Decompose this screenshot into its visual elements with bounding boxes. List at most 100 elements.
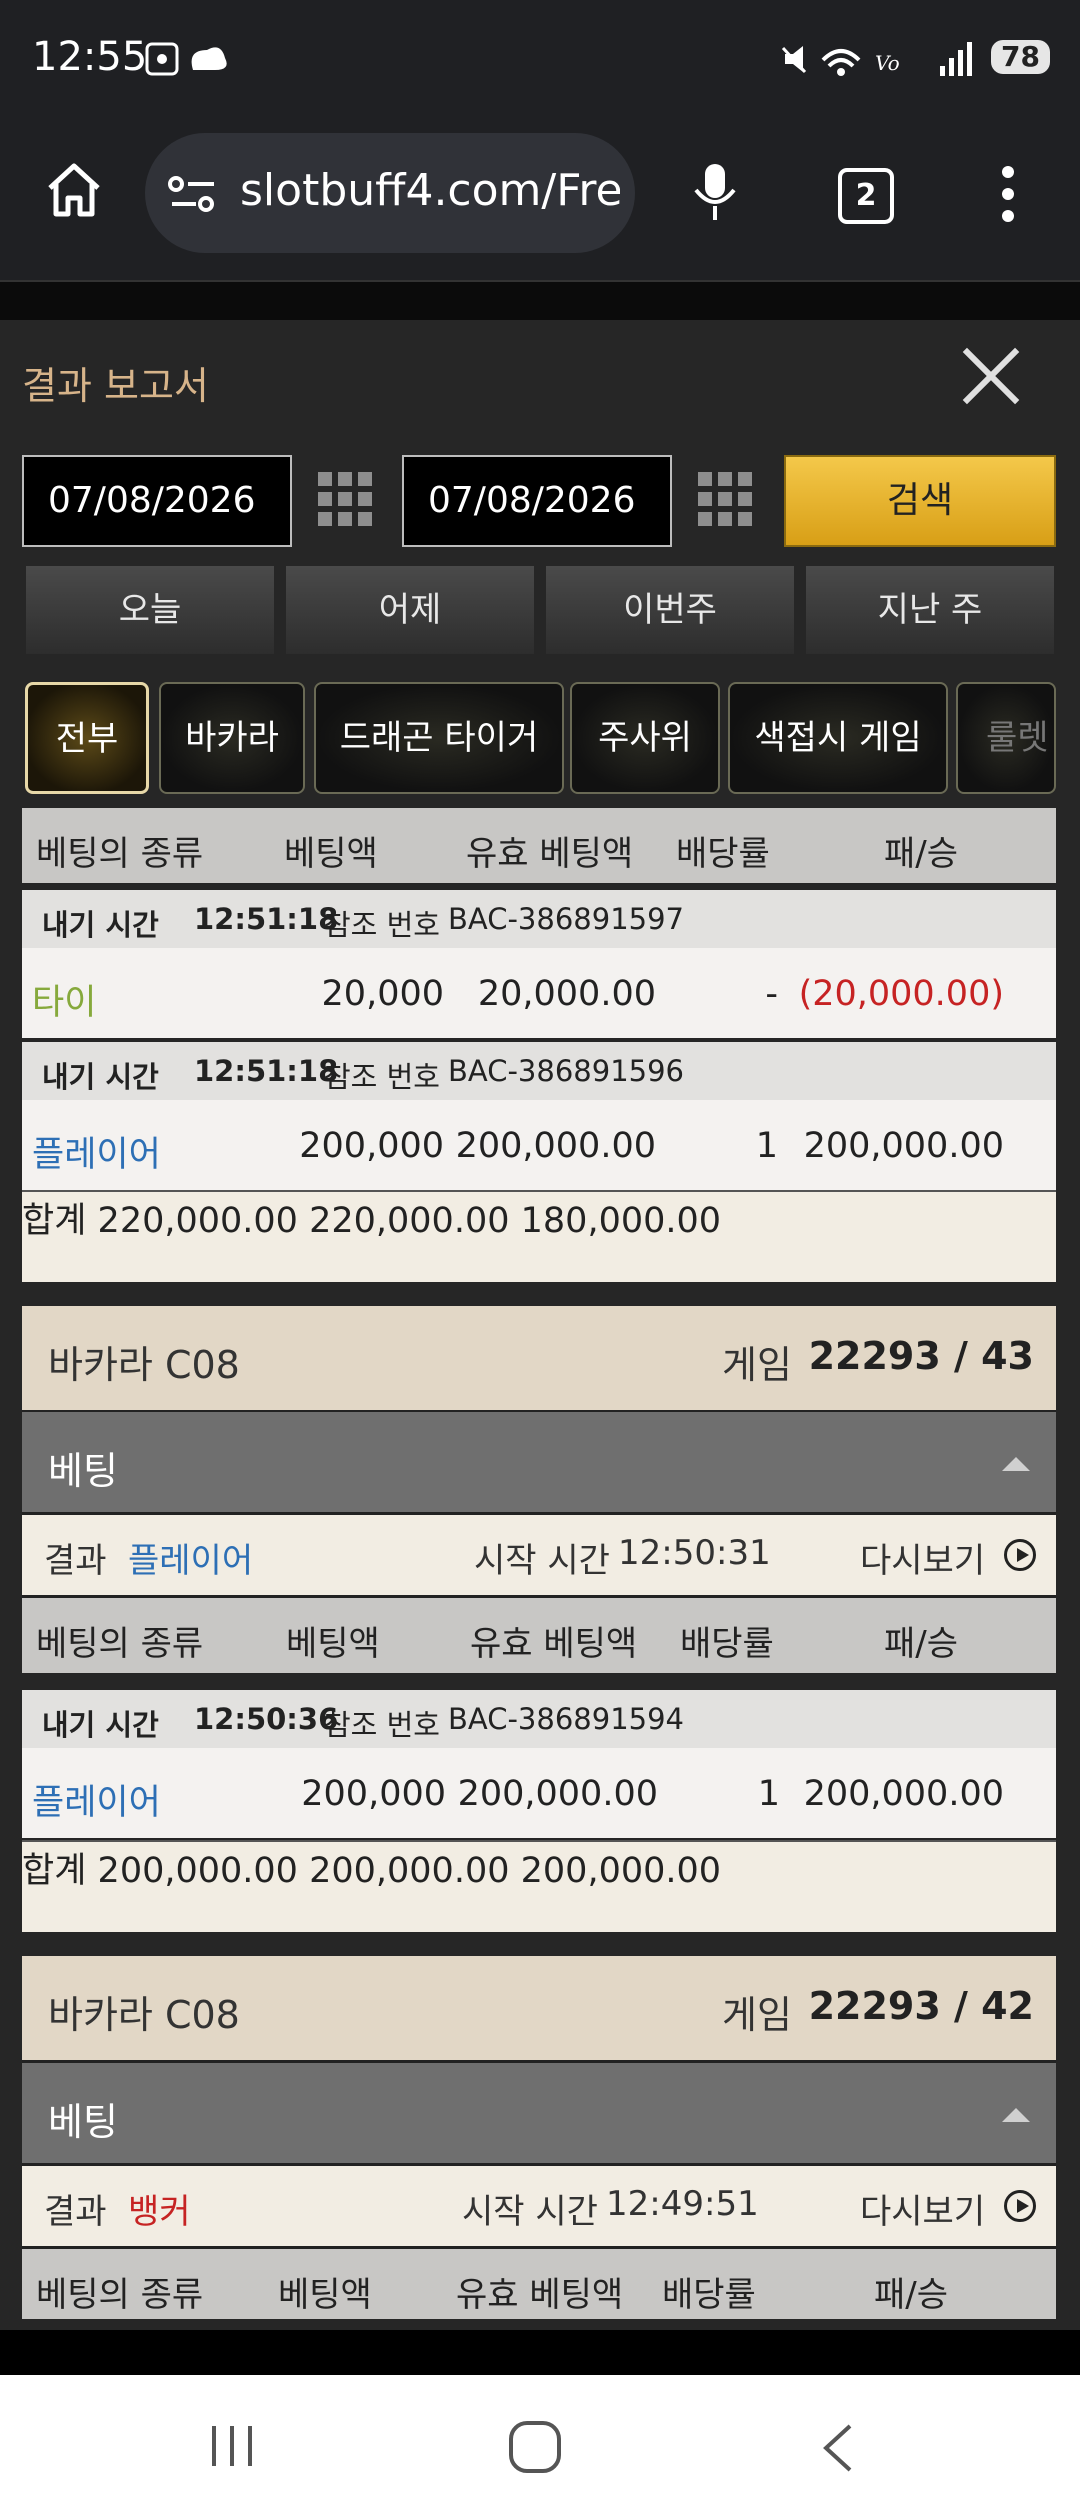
- place-time: 12:50:36: [194, 1702, 339, 1736]
- battery-indicator: 78: [991, 40, 1050, 74]
- bet-table-header: 베팅의 종류 베팅액 유효 베팅액 배당률 패/승: [22, 1598, 1056, 1673]
- col-bet-amount: 베팅액: [284, 834, 378, 874]
- place-time-label: 내기 시간: [42, 1060, 159, 1094]
- betting-label: 베팅: [48, 1449, 118, 1493]
- total-win-loss: 180,000.00: [520, 1201, 722, 1241]
- home-icon[interactable]: [44, 160, 104, 220]
- place-time: 12:51:18: [194, 1054, 339, 1088]
- col-win-loss: 패/승: [884, 1624, 959, 1664]
- total-valid: 220,000.00: [309, 1201, 510, 1241]
- col-odds: 배당률: [676, 834, 770, 874]
- total-label: 합계: [22, 1201, 87, 1241]
- start-time-label: 시작 시간: [462, 2192, 598, 2232]
- category-color-dish-tab[interactable]: 색접시 게임: [728, 682, 948, 794]
- col-odds: 배당률: [680, 1624, 774, 1664]
- bet-type: 플레이어: [32, 1135, 161, 1175]
- back-nav-icon[interactable]: [818, 2422, 858, 2474]
- category-dragon-tiger-tab[interactable]: 드래곤 타이거: [314, 682, 564, 794]
- play-circle-icon[interactable]: [1004, 2190, 1036, 2222]
- reference-number: BAC-386891594: [448, 1702, 684, 1736]
- col-bet-type: 베팅의 종류: [36, 2275, 204, 2315]
- game-label: 게임: [722, 1993, 792, 2037]
- valid-amount: 200,000.00: [457, 1774, 658, 1814]
- category-baccarat-tab[interactable]: 바카라: [159, 682, 305, 794]
- calendar-grid-icon[interactable]: [318, 472, 372, 526]
- table-row: 플레이어 200,000 200,000.00 1 200,000.00: [22, 1100, 1056, 1190]
- table-name: 바카라 C08: [48, 1343, 240, 1387]
- table-row: 플레이어 200,000 200,000.00 1 200,000.00: [22, 1748, 1056, 1838]
- place-time-label: 내기 시간: [42, 1708, 159, 1742]
- col-valid-amount: 유효 베팅액: [466, 834, 634, 874]
- betting-section-toggle[interactable]: 베팅: [22, 2063, 1056, 2166]
- page-background: [0, 280, 1080, 322]
- bet-table-header: 베팅의 종류 베팅액 유효 베팅액 배당률 패/승: [22, 2249, 1056, 2319]
- range-this-week-button[interactable]: 이번주: [546, 566, 794, 654]
- site-settings-icon[interactable]: [168, 172, 218, 216]
- date-to-field[interactable]: 07/08/2026: [402, 455, 672, 547]
- tab-switcher-button[interactable]: 2: [838, 168, 894, 224]
- category-dice-tab[interactable]: 주사위: [570, 682, 720, 794]
- win-loss: (20,000.00): [798, 974, 1004, 1014]
- odds: 1: [755, 1126, 778, 1166]
- recent-apps-icon[interactable]: [208, 2424, 258, 2468]
- reference-label: 참조 번호: [324, 1060, 440, 1094]
- notification-icons: [145, 42, 227, 76]
- result-value: 플레이어: [128, 1541, 254, 1581]
- result-label: 결과: [44, 1541, 107, 1581]
- reference-label: 참조 번호: [324, 908, 440, 942]
- modal-title: 결과 보고서: [22, 364, 209, 408]
- betting-label: 베팅: [48, 2100, 118, 2144]
- reference-number: BAC-386891597: [448, 902, 684, 936]
- search-button[interactable]: 검색: [784, 455, 1056, 547]
- start-time: 12:50:31: [618, 1533, 771, 1573]
- col-win-loss: 패/승: [874, 2275, 949, 2315]
- overflow-menu-icon[interactable]: [994, 164, 1022, 224]
- replay-link[interactable]: 다시보기: [860, 1533, 985, 1582]
- result-bar: 결과 뱅커 시작 시간 12:49:51 다시보기: [22, 2166, 1056, 2249]
- date-from-field[interactable]: 07/08/2026: [22, 455, 292, 547]
- system-status-icons: Vo: [781, 42, 972, 76]
- clock: 12:55: [32, 34, 148, 80]
- bet-meta-row: 내기 시간 12:51:18 참조 번호 BAC-386891597: [22, 890, 1056, 948]
- range-yesterday-button[interactable]: 어제: [286, 566, 534, 654]
- betting-section-toggle[interactable]: 베팅: [22, 1412, 1056, 1515]
- bet-amount: 200,000: [301, 1774, 446, 1814]
- chevron-up-icon: [1002, 2108, 1030, 2122]
- col-bet-type: 베팅의 종류: [36, 1624, 204, 1664]
- category-all-tab[interactable]: 전부: [25, 682, 149, 794]
- play-circle-icon[interactable]: [1004, 1539, 1036, 1571]
- win-loss: 200,000.00: [803, 1126, 1004, 1166]
- status-bar: 12:55 Vo 78: [0, 0, 1080, 125]
- game-header: 바카라 C08 게임 22293 / 42: [22, 1956, 1056, 2063]
- range-last-week-button[interactable]: 지난 주: [806, 566, 1054, 654]
- replay-link[interactable]: 다시보기: [860, 2184, 985, 2233]
- game-number: 22293 / 43: [808, 1334, 1034, 1378]
- bet-type: 플레이어: [32, 1783, 161, 1823]
- col-win-loss: 패/승: [884, 834, 959, 874]
- microphone-icon[interactable]: [690, 160, 740, 224]
- odds: 1: [757, 1774, 780, 1814]
- bet-table-header: 베팅의 종류 베팅액 유효 베팅액 배당률 패/승: [22, 808, 1056, 883]
- start-time-label: 시작 시간: [474, 1541, 610, 1581]
- chevron-up-icon: [1002, 1457, 1030, 1471]
- win-loss: 200,000.00: [803, 1774, 1004, 1814]
- bet-amount: 20,000: [321, 974, 444, 1014]
- bet-type: 타이: [32, 983, 97, 1023]
- valid-amount: 200,000.00: [455, 1126, 656, 1166]
- bet-meta-row: 내기 시간 12:51:18 참조 번호 BAC-386891596: [22, 1042, 1056, 1100]
- category-roulette-tab[interactable]: 룰렛: [956, 682, 1056, 794]
- calendar-grid-icon[interactable]: [698, 472, 752, 526]
- table-row: 타이 20,000 20,000.00 - (20,000.00): [22, 948, 1056, 1038]
- close-icon[interactable]: [960, 345, 1022, 407]
- url-text[interactable]: slotbuff4.com/Fre: [240, 165, 620, 216]
- game-number: 22293 / 42: [808, 1984, 1034, 2028]
- total-amount: 200,000.00: [97, 1851, 298, 1891]
- total-win-loss: 200,000.00: [520, 1851, 722, 1891]
- svg-text:Vo: Vo: [875, 51, 900, 75]
- range-today-button[interactable]: 오늘: [26, 566, 274, 654]
- col-bet-amount: 베팅액: [286, 1624, 380, 1664]
- game-label: 게임: [722, 1343, 792, 1387]
- home-nav-icon[interactable]: [508, 2420, 562, 2474]
- valid-amount: 20,000.00: [477, 974, 656, 1014]
- col-valid-amount: 유효 베팅액: [470, 1624, 638, 1664]
